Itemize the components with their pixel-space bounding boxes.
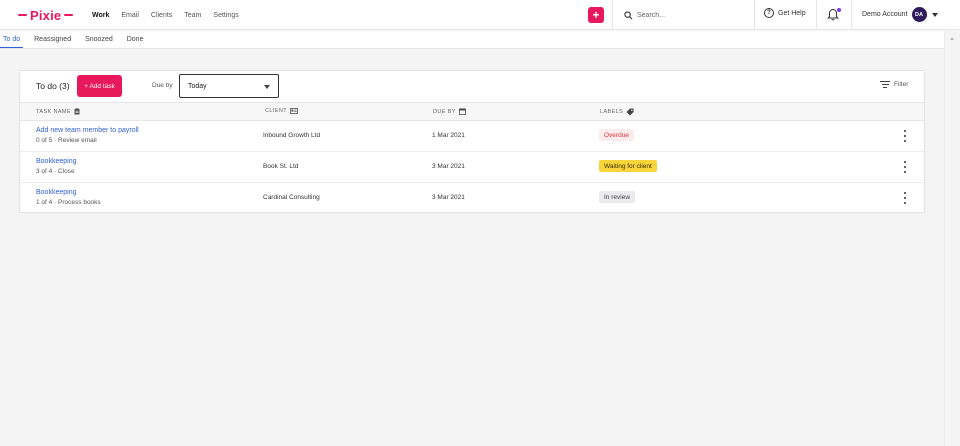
- chevron-down-icon: [931, 12, 938, 17]
- plus-icon: +: [592, 8, 600, 22]
- get-help-button[interactable]: ? Get Help: [764, 8, 806, 18]
- todo-card: To do (3) + Add task Due by Today Filter…: [19, 70, 925, 213]
- nav-item-email[interactable]: Email: [121, 12, 139, 19]
- task-progress: 0 of 5 · Review email: [36, 137, 97, 144]
- filter-label: Filter: [894, 81, 909, 88]
- add-task-button[interactable]: + Add task: [77, 75, 122, 97]
- column-labels[interactable]: LABELS: [600, 108, 634, 116]
- avatar: DA: [911, 7, 927, 22]
- todo-count-title: To do (3): [36, 81, 70, 91]
- column-task-name[interactable]: TASK NAME: [36, 108, 80, 115]
- task-name-link[interactable]: Add new team member to payroll: [36, 127, 139, 134]
- account-menu[interactable]: Demo Account DA: [862, 7, 938, 22]
- id-card-icon: [289, 108, 298, 114]
- due-by-select[interactable]: Today: [179, 74, 279, 98]
- due-date: 3 Mar 2021: [432, 194, 465, 201]
- status-badge: Waiting for client: [599, 160, 657, 172]
- table-header: TASK NAME CLIENT DUE BY LABELS: [20, 102, 924, 121]
- main-menu: Work Email Clients Team Settings: [92, 0, 251, 30]
- search-box: [624, 8, 747, 22]
- notifications-button[interactable]: [827, 8, 841, 22]
- help-icon: ?: [764, 8, 774, 18]
- notification-dot: [837, 8, 841, 12]
- filter-button[interactable]: Filter: [880, 81, 908, 88]
- more-options-icon[interactable]: [902, 130, 908, 142]
- top-navigation: Pixie Work Email Clients Team Settings +…: [0, 0, 960, 30]
- account-name: Demo Account: [862, 11, 908, 18]
- logo-bar-right: [64, 13, 74, 17]
- nav-item-work[interactable]: Work: [92, 12, 109, 19]
- tab-snoozed[interactable]: Snoozed: [85, 31, 113, 48]
- more-options-icon[interactable]: [902, 192, 908, 204]
- due-date: 3 Mar 2021: [432, 163, 465, 170]
- table-row[interactable]: Add new team member to payroll 0 of 5 · …: [20, 121, 924, 152]
- quick-add-button[interactable]: +: [588, 7, 604, 23]
- divider: [851, 0, 852, 30]
- nav-item-clients[interactable]: Clients: [151, 12, 172, 19]
- due-date: 1 Mar 2021: [432, 132, 465, 139]
- divider: [754, 0, 755, 30]
- due-by-label: Due by: [152, 82, 173, 89]
- status-badge: In review: [599, 191, 636, 203]
- task-progress: 3 of 4 · Close: [36, 168, 75, 175]
- table-row[interactable]: Bookkeeping 3 of 4 · Close Book St. Ltd …: [20, 152, 924, 183]
- work-tabs: To do Reassigned Snoozed Done: [0, 31, 944, 49]
- page-scrollbar[interactable]: [944, 31, 960, 446]
- tab-done[interactable]: Done: [127, 31, 144, 48]
- more-options-icon[interactable]: [902, 161, 908, 173]
- logo-wordmark: Pixie: [30, 7, 62, 23]
- divider: [612, 0, 613, 30]
- chevron-down-icon: [264, 85, 270, 89]
- card-header: To do (3) + Add task Due by Today Filter: [20, 71, 924, 102]
- nav-item-team[interactable]: Team: [184, 12, 201, 19]
- tab-to-do[interactable]: To do: [0, 31, 24, 48]
- column-due-by[interactable]: DUE BY: [433, 108, 466, 115]
- divider: [816, 0, 817, 30]
- task-progress: 1 of 4 · Process books: [36, 199, 101, 206]
- table-row[interactable]: Bookkeeping 1 of 4 · Process books Cardi…: [20, 183, 924, 214]
- client-name: Cardinal Consulting: [263, 194, 320, 201]
- clipboard-icon: [74, 108, 80, 115]
- calendar-icon: [458, 108, 466, 115]
- column-client[interactable]: CLIENT: [265, 108, 298, 114]
- client-name: Inbound Growth Ltd: [263, 132, 321, 139]
- logo-bar-left: [18, 13, 27, 17]
- task-name-link[interactable]: Bookkeeping: [36, 158, 76, 165]
- status-badge: Overdue: [599, 129, 634, 141]
- search-icon: [624, 10, 633, 19]
- tab-reassigned[interactable]: Reassigned: [34, 31, 71, 48]
- filter-icon: [880, 81, 890, 88]
- pixie-logo[interactable]: Pixie: [18, 7, 74, 23]
- nav-item-settings[interactable]: Settings: [213, 12, 238, 19]
- get-help-label: Get Help: [778, 9, 806, 17]
- search-input[interactable]: [637, 11, 747, 19]
- task-name-link[interactable]: Bookkeeping: [36, 189, 76, 196]
- scroll-up-icon[interactable]: [950, 37, 954, 40]
- tag-icon: [626, 108, 634, 116]
- client-name: Book St. Ltd: [263, 163, 299, 170]
- due-by-value: Today: [188, 82, 207, 90]
